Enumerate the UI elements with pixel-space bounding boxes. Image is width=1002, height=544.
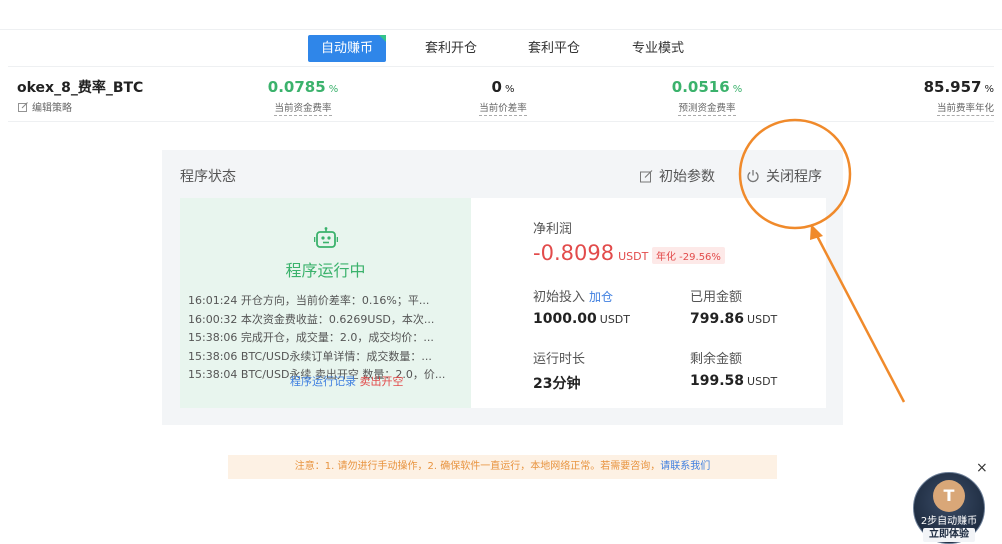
promo-widget[interactable]: T 2步自动赚币 立即体验: [913, 472, 985, 544]
close-program-button[interactable]: 关闭程序: [746, 166, 822, 186]
net-profit-number: -0.8098: [533, 241, 615, 265]
current-spread-value: 0: [491, 78, 502, 96]
current-funding-rate-value: 0.0785: [267, 78, 326, 96]
notice-text: 注意：1. 请勿进行手动操作，2. 确保软件一直运行，本地网络正常。若需要咨询，: [294, 461, 661, 472]
current-funding-rate-label: 当前资金费率: [274, 100, 332, 116]
remaining-amount-unit: USDT: [747, 375, 778, 388]
running-status-text: 程序运行中: [285, 261, 366, 280]
contact-us-link[interactable]: 请联系我们: [660, 461, 710, 472]
log-line: 15:38:06 BTC/USD永续订单详情：成交数量：...: [188, 349, 432, 363]
current-spread-label: 当前价差率: [479, 100, 527, 116]
log-line: 15:38:06 完成开仓，成交量：2.0，成交均价：...: [188, 331, 434, 344]
current-funding-rate-unit: %: [328, 84, 339, 95]
stats-bar: okex_8_费率_BTC 编辑策略 0.0785% 当前资金费率 0% 当前价…: [8, 66, 994, 122]
profit-info-card: 净利润 -0.8098 USDT 年化 -29.56% 初始投入 加仓 1000.0…: [471, 198, 826, 408]
initial-investment-label-row: 初始投入 加仓: [533, 286, 613, 305]
initial-investment-unit: USDT: [599, 313, 630, 326]
annualized-rate-unit: %: [984, 84, 994, 95]
power-icon: [747, 170, 759, 183]
promo-text: 2步自动赚币: [920, 516, 978, 527]
notice-bar: 注意：1. 请勿进行手动操作，2. 确保软件一直运行，本地网络正常。若需要咨询，…: [228, 455, 777, 479]
tab-arbitrage-close[interactable]: 套利平仓: [519, 35, 589, 62]
log-overlay-blue: 程序运行记录: [290, 375, 356, 388]
init-params-button[interactable]: 初始参数: [640, 166, 715, 186]
annualized-rate-value: 85.957: [923, 78, 982, 96]
log-list: 16:01:24 开仓方向，当前价差率：0.16%；平... 16:00:32 …: [188, 292, 463, 385]
predicted-funding-rate-label: 预测资金费率: [678, 100, 736, 116]
runtime-value: 23分钟: [533, 376, 581, 392]
close-program-label: 关闭程序: [766, 169, 822, 185]
init-params-label: 初始参数: [659, 169, 715, 185]
used-amount-unit: USDT: [747, 313, 778, 326]
initial-investment-value: 1000.00 USDT: [533, 311, 630, 327]
predicted-funding-rate-value: 0.0516: [671, 78, 730, 96]
annualized-badge: 年化 -29.56%: [652, 247, 725, 264]
mode-tabs: 自动赚币 套利开仓 套利平仓 专业模式: [0, 35, 1002, 63]
tab-arbitrage-open[interactable]: 套利开仓: [416, 35, 486, 62]
remaining-amount-number: 199.58: [690, 373, 745, 389]
robot-icon: [314, 227, 338, 248]
tab-pro-mode-label: 专业模式: [631, 41, 684, 56]
running-status-card: 程序运行中 16:01:24 开仓方向，当前价差率：0.16%；平... 16:…: [180, 198, 471, 408]
tab-arbitrage-open-label: 套利开仓: [424, 41, 477, 56]
net-profit-label: 净利润: [533, 222, 573, 237]
log-line: 16:00:32 本次资金费收益：0.6269USD，本次...: [188, 312, 435, 326]
edit-icon: [640, 169, 653, 182]
active-corner-indicator: [379, 35, 386, 42]
stat-current-spread: 0% 当前价差率: [458, 77, 548, 116]
initial-investment-number: 1000.00: [533, 311, 597, 327]
remaining-amount-value: 199.58 USDT: [690, 373, 777, 389]
edit-strategy-label: 编辑策略: [32, 103, 72, 114]
stat-predicted-funding-rate: 0.0516% 预测资金费率: [654, 77, 760, 116]
tab-auto-earn-label: 自动赚币: [320, 41, 373, 56]
runtime-label: 运行时长: [533, 352, 586, 367]
net-profit-value: -0.8098 USDT: [533, 241, 648, 265]
tab-arbitrage-close-label: 套利平仓: [527, 41, 580, 56]
program-status-panel: 程序状态 初始参数 关闭程序 程序运行中 16:01:24 开仓方向，当前价差率…: [162, 150, 843, 425]
log-line: 16:01:24 开仓方向，当前价差率：0.16%；平...: [188, 294, 430, 307]
panel-title: 程序状态: [180, 169, 236, 185]
current-spread-unit: %: [504, 84, 515, 95]
edit-strategy-link[interactable]: 编辑策略: [18, 99, 72, 114]
initial-investment-label: 初始投入: [533, 290, 586, 305]
used-amount-label: 已用金额: [690, 290, 743, 305]
stat-annualized-rate: 85.957% 当前费率年化: [916, 77, 994, 116]
used-amount-number: 799.86: [690, 311, 745, 327]
promo-try-button[interactable]: 立即体验: [923, 528, 975, 542]
tether-coin-icon: T: [933, 480, 965, 512]
add-position-link[interactable]: 加仓: [589, 290, 613, 304]
edit-icon: [18, 101, 28, 112]
remaining-amount-label: 剩余金额: [690, 352, 743, 367]
used-amount-value: 799.86 USDT: [690, 311, 777, 327]
annualized-rate-label: 当前费率年化: [936, 100, 994, 116]
top-strip: [0, 0, 1002, 30]
stat-current-funding-rate: 0.0785% 当前资金费率: [250, 77, 356, 116]
tab-auto-earn[interactable]: 自动赚币: [308, 35, 386, 62]
log-overlay-red: 卖出开空: [359, 375, 404, 388]
tab-pro-mode[interactable]: 专业模式: [623, 35, 693, 62]
log-overlay[interactable]: 程序运行记录 卖出开空: [290, 373, 404, 389]
net-profit-unit: USDT: [618, 250, 649, 263]
predicted-funding-rate-unit: %: [732, 84, 743, 95]
strategy-name: okex_8_费率_BTC: [17, 80, 144, 96]
